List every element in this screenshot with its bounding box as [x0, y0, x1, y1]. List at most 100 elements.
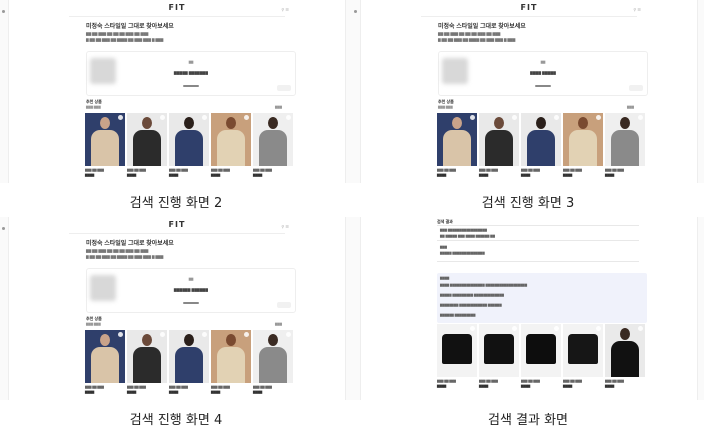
app-logo[interactable]: FIT: [9, 3, 345, 12]
product-card[interactable]: ▇▇▇ ▇▇ ▇▇▇ ▇▇▇▇: [127, 113, 167, 177]
section-subtitle: ▇▇▇ ▇▇▇: [86, 322, 101, 326]
product-price: ▇▇▇▇: [563, 173, 573, 177]
product-card[interactable]: ▇▇▇ ▇▇ ▇▇▇ ▇▇▇▇: [211, 113, 251, 177]
product-image: [253, 330, 293, 383]
product-card[interactable]: ▇▇▇ ▇▇ ▇▇▇ ▇▇▇▇: [479, 113, 519, 177]
result-card[interactable]: ▇▇▇ ▇▇ ▇▇▇ ▇▇▇▇: [479, 324, 519, 388]
page-title: 미정숙 스타일일 그대로 찾아보세요: [86, 24, 174, 30]
product-price: ▇▇▇▇: [563, 384, 573, 388]
result-option-value: ▇▇▇▇▇ ▇▇▇▇▇▇▇▇▇▇▇▇▇▇: [440, 251, 485, 255]
product-card[interactable]: ▇▇▇ ▇▇ ▇▇▇ ▇▇▇▇: [211, 330, 251, 394]
header-divider: [69, 16, 285, 17]
product-price: ▇▇▇▇: [85, 390, 95, 394]
product-image: [605, 113, 645, 166]
see-more-link[interactable]: ▇▇▇: [275, 322, 282, 326]
header-icons[interactable]: ⚲ ☰: [281, 7, 289, 12]
see-more-link[interactable]: ▇▇▇: [275, 105, 282, 109]
product-price: ▇▇▇▇: [85, 173, 95, 177]
heart-icon[interactable]: [244, 115, 249, 120]
analysis-text: ▇▇▇▇▇ ▇▇▇▇▇▇▇▇▇ ▇▇▇▇▇▇▇▇▇▇▇▇▇: [440, 293, 504, 297]
product-image: [169, 113, 209, 166]
progress-tag: ▇▇: [188, 60, 194, 64]
heart-icon[interactable]: [470, 326, 475, 331]
product-price: ▇▇▇▇: [253, 390, 263, 394]
description-line-2: ▇ ▇▇ ▇▇ ▇▇▇ ▇▇ ▇▇▇▇ ▇▇ ▇▇▇ ▇▇▇ ▇ ▇▇▇: [86, 38, 164, 42]
heart-icon[interactable]: [160, 115, 165, 120]
heart-icon[interactable]: [596, 115, 601, 120]
result-card[interactable]: ▇▇▇ ▇▇ ▇▇▇ ▇▇▇▇: [437, 324, 477, 388]
product-name: ▇▇▇ ▇▇ ▇▇▇: [563, 168, 582, 172]
result-option-line: ▇▇▇: [440, 245, 447, 249]
product-card[interactable]: ▇▇▇ ▇▇ ▇▇▇ ▇▇▇▇: [563, 113, 603, 177]
product-name: ▇▇▇ ▇▇ ▇▇▇: [563, 379, 582, 383]
analysis-text: ▇▇▇▇▇▇ ▇▇▇▇▇▇▇▇▇: [440, 313, 476, 317]
product-price: ▇▇▇▇: [169, 173, 179, 177]
result-card[interactable]: ▇▇▇ ▇▇ ▇▇▇ ▇▇▇▇: [605, 324, 645, 388]
screen-panel-2: FIT ⚲ ☰ 미정숙 스타일일 그대로 찾아보세요 ▇▇ ▇▇ ▇▇▇ ▇▇ …: [352, 0, 704, 183]
product-name: ▇▇▇ ▇▇ ▇▇▇: [605, 168, 624, 172]
product-card[interactable]: ▇▇▇ ▇▇ ▇▇▇ ▇▇▇▇: [169, 330, 209, 394]
app-logo[interactable]: FIT: [361, 3, 697, 12]
product-card[interactable]: ▇▇▇ ▇▇ ▇▇▇ ▇▇▇▇: [127, 330, 167, 394]
app-page: FIT ⚲ ☰ 미정숙 스타일일 그대로 찾아보세요 ▇▇ ▇▇ ▇▇▇ ▇▇ …: [360, 0, 698, 183]
heart-icon[interactable]: [554, 115, 559, 120]
heart-icon[interactable]: [596, 326, 601, 331]
product-card[interactable]: ▇▇▇ ▇▇ ▇▇▇ ▇▇▇▇: [521, 113, 561, 177]
result-card[interactable]: ▇▇▇ ▇▇ ▇▇▇ ▇▇▇▇: [563, 324, 603, 388]
product-name: ▇▇▇ ▇▇ ▇▇▇: [253, 168, 272, 172]
heart-icon[interactable]: [638, 115, 643, 120]
heart-icon[interactable]: [118, 332, 123, 337]
product-list: ▇▇▇ ▇▇ ▇▇▇ ▇▇▇▇ ▇▇▇ ▇▇ ▇▇▇ ▇▇▇▇ ▇▇▇ ▇▇ ▇▇▇…: [85, 330, 295, 400]
product-name: ▇▇▇ ▇▇ ▇▇▇: [169, 168, 188, 172]
cancel-button[interactable]: [277, 85, 291, 91]
product-card[interactable]: ▇▇▇ ▇▇ ▇▇▇ ▇▇▇▇: [85, 330, 125, 394]
section-subtitle: ▇▇▇ ▇▇▇: [438, 105, 453, 109]
product-card[interactable]: ▇▇▇ ▇▇ ▇▇▇ ▇▇▇▇: [169, 113, 209, 177]
product-name: ▇▇▇ ▇▇ ▇▇▇: [605, 379, 624, 383]
heart-icon[interactable]: [286, 115, 291, 120]
results-divider: [437, 225, 639, 226]
header-icons[interactable]: ⚲ ☰: [633, 7, 641, 12]
cancel-button[interactable]: [629, 85, 643, 91]
app-logo[interactable]: FIT: [9, 220, 345, 229]
product-image: [563, 113, 603, 166]
product-price: ▇▇▇▇: [437, 173, 447, 177]
product-card[interactable]: ▇▇▇ ▇▇ ▇▇▇ ▇▇▇▇: [85, 113, 125, 177]
product-card[interactable]: ▇▇▇ ▇▇ ▇▇▇ ▇▇▇▇: [605, 113, 645, 177]
product-image: [563, 324, 603, 377]
loading-indicator: [535, 85, 551, 87]
heart-icon[interactable]: [512, 115, 517, 120]
see-more-link[interactable]: ▇▇▇: [627, 105, 634, 109]
screen-panel-1: FIT ⚲ ☰ 미정숙 스타일일 그대로 찾아보세요 ▇▇ ▇▇ ▇▇▇ ▇▇ …: [0, 0, 352, 183]
heart-icon[interactable]: [202, 115, 207, 120]
heart-icon[interactable]: [512, 326, 517, 331]
product-price: ▇▇▇▇: [521, 173, 531, 177]
screen-caption: 검색 결과 화면: [487, 413, 569, 428]
heart-icon[interactable]: [470, 115, 475, 120]
heart-icon[interactable]: [118, 115, 123, 120]
app-page: FIT ⚲ ☰ 미정숙 스타일일 그대로 찾아보세요 ▇▇ ▇▇ ▇▇▇ ▇▇ …: [8, 217, 346, 400]
heart-icon[interactable]: [286, 332, 291, 337]
heart-icon[interactable]: [244, 332, 249, 337]
product-name: ▇▇▇ ▇▇ ▇▇▇: [521, 168, 540, 172]
product-card[interactable]: ▇▇▇ ▇▇ ▇▇▇ ▇▇▇▇: [253, 330, 293, 394]
result-query-line: ▇▇▇ ▇▇▇▇▇▇▇▇▇▇▇▇▇▇▇▇▇: [440, 228, 487, 232]
page-title: 미정숙 스타일일 그대로 찾아보세요: [438, 24, 526, 30]
heart-icon[interactable]: [554, 326, 559, 331]
search-progress-card: ▇▇ ▇▇▇▇ ▇▇▇▇▇: [438, 51, 648, 96]
heart-icon[interactable]: [160, 332, 165, 337]
description-line-1: ▇▇ ▇▇ ▇▇▇ ▇▇ ▇▇ ▇▇ ▇▇▇ ▇▇ ▇▇▇: [86, 32, 149, 36]
section-subtitle: ▇▇▇ ▇▇▇: [86, 105, 101, 109]
cancel-button[interactable]: [277, 302, 291, 308]
header-icons[interactable]: ⚲ ☰: [281, 224, 289, 229]
product-price: ▇▇▇▇: [479, 384, 489, 388]
product-name: ▇▇▇ ▇▇ ▇▇▇: [211, 168, 230, 172]
product-card[interactable]: ▇▇▇ ▇▇ ▇▇▇ ▇▇▇▇: [437, 113, 477, 177]
product-image: [127, 113, 167, 166]
result-card[interactable]: ▇▇▇ ▇▇ ▇▇▇ ▇▇▇▇: [521, 324, 561, 388]
analysis-text: ▇▇▇▇▇▇▇▇ ▇▇▇▇▇▇▇▇▇▇▇▇ ▇▇▇▇▇▇: [440, 303, 502, 307]
heart-icon[interactable]: [202, 332, 207, 337]
product-image: [437, 113, 477, 166]
heart-icon[interactable]: [638, 326, 643, 331]
product-card[interactable]: ▇▇▇ ▇▇ ▇▇▇ ▇▇▇▇: [253, 113, 293, 177]
